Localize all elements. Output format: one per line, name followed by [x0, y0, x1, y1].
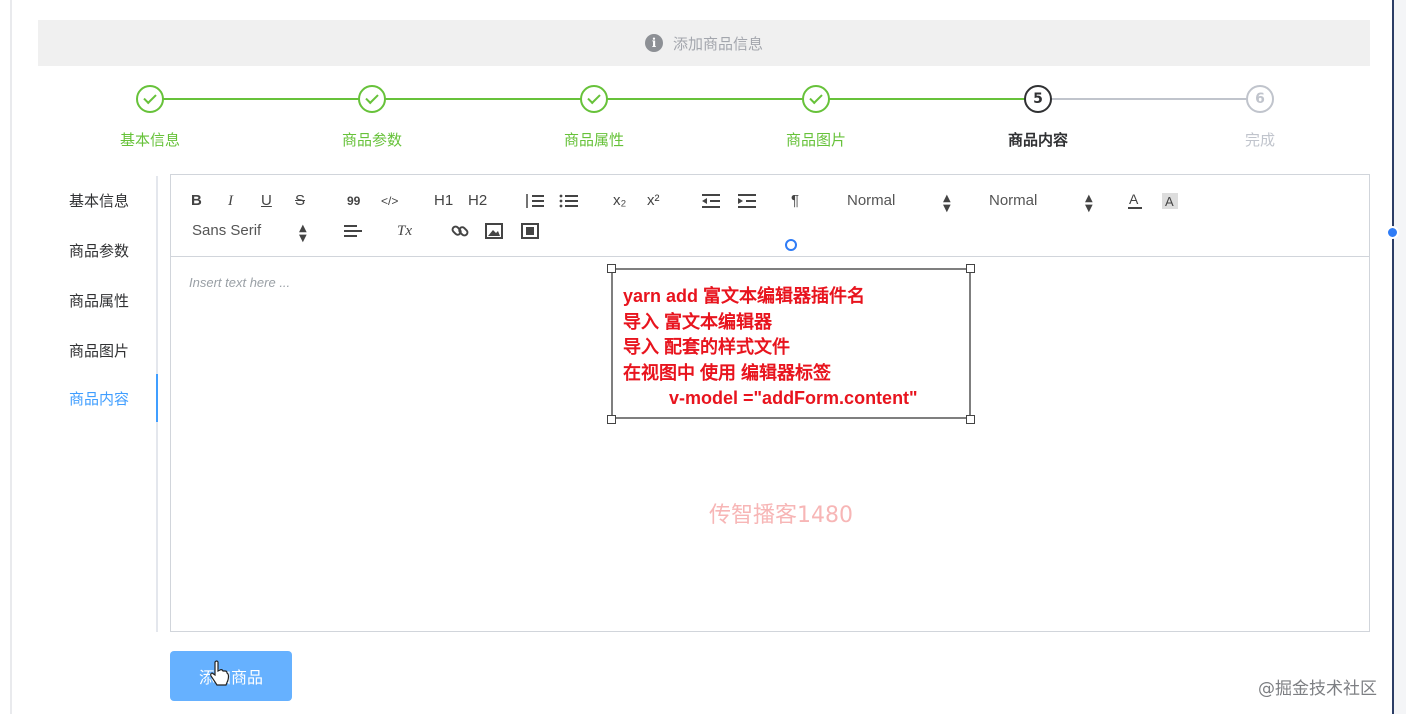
note-line-4: 在视图中 使用 编辑器标签: [623, 361, 959, 387]
align-icon[interactable]: [343, 223, 363, 239]
site-watermark: @掘金技术社区: [1258, 674, 1377, 699]
steps: 5 6 基本信息 商品参数 商品属性 商品图片 商品内容 完成: [38, 80, 1370, 160]
note-line-2: 导入 富文本编辑器: [623, 310, 959, 336]
info-alert: i 添加商品信息: [38, 20, 1370, 66]
header-2-button[interactable]: H2: [468, 190, 487, 212]
step-4-title: 商品图片: [746, 129, 886, 150]
annotation-box[interactable]: yarn add 富文本编辑器插件名 导入 富文本编辑器 导入 配套的样式文件 …: [611, 268, 971, 419]
step-4-check-icon: [802, 85, 830, 113]
tab-content[interactable]: 商品内容: [40, 374, 158, 424]
resize-handle[interactable]: [607, 264, 616, 273]
step-line-pending: [1038, 98, 1260, 100]
tab-images[interactable]: 商品图片: [40, 326, 158, 376]
text-color-icon[interactable]: A: [1127, 191, 1143, 211]
superscript-button[interactable]: x²: [647, 190, 660, 212]
svg-text:A: A: [1165, 194, 1174, 209]
svg-text:A: A: [1129, 191, 1139, 207]
note-line-3: 导入 配套的样式文件: [623, 335, 959, 361]
add-product-button[interactable]: 添加商品: [170, 651, 292, 701]
header-select[interactable]: Normal: [989, 190, 1037, 212]
subscript-button[interactable]: x₂: [613, 190, 626, 212]
video-icon[interactable]: [521, 223, 539, 239]
step-3-check-icon: [580, 85, 608, 113]
scrollbar[interactable]: [1392, 0, 1406, 714]
underline-button[interactable]: U: [261, 190, 272, 212]
resize-handle[interactable]: [1386, 226, 1399, 239]
chevron-updown-icon: ▲▼: [1085, 194, 1093, 214]
left-edge: [10, 0, 12, 714]
bold-button[interactable]: B: [191, 190, 202, 212]
step-1-check-icon: [136, 85, 164, 113]
step-5-title: 商品内容: [968, 129, 1108, 150]
resize-handle[interactable]: [966, 415, 975, 424]
resize-handle[interactable]: [607, 415, 616, 424]
background-color-icon[interactable]: A: [1161, 191, 1179, 211]
strike-button[interactable]: S: [295, 190, 305, 212]
chevron-updown-icon: ▲▼: [299, 224, 307, 244]
page: i 添加商品信息 5 6 基本信息 商品参数 商品属性 商品图片 商品内容 完成…: [0, 0, 1406, 714]
tab-attributes[interactable]: 商品属性: [40, 276, 158, 326]
step-2-check-icon: [358, 85, 386, 113]
resize-handle[interactable]: [966, 264, 975, 273]
ordered-list-icon[interactable]: [525, 193, 545, 209]
size-select[interactable]: Normal: [847, 190, 895, 212]
tab-active-indicator: [156, 374, 158, 422]
image-icon[interactable]: [485, 223, 503, 239]
font-select[interactable]: Sans Serif: [192, 220, 261, 242]
top-strip: [0, 0, 1406, 18]
link-icon[interactable]: [451, 222, 469, 240]
note-line-5: v-model ="addForm.content": [623, 386, 959, 412]
tab-params[interactable]: 商品参数: [40, 226, 158, 276]
indent-icon[interactable]: [737, 193, 757, 209]
alert-title: 添加商品信息: [673, 33, 763, 54]
clear-format-button[interactable]: Tx: [397, 220, 412, 242]
code-block-button[interactable]: </>: [381, 190, 398, 212]
step-5-number: 5: [1024, 85, 1052, 113]
tab-basic-info[interactable]: 基本信息: [40, 176, 158, 226]
outdent-icon[interactable]: [701, 193, 721, 209]
hand-cursor-icon: [208, 660, 230, 686]
editor-toolbar: B I U S 99 </> H1 H2 x₂ x²: [171, 175, 1369, 257]
note-line-1: yarn add 富文本编辑器插件名: [623, 284, 959, 310]
vertical-tabs: 基本信息 商品参数 商品属性 商品图片 商品内容: [40, 176, 158, 632]
watermark: 传智播客1480: [709, 497, 853, 529]
blockquote-button[interactable]: 99: [347, 190, 360, 212]
header-1-button[interactable]: H1: [434, 190, 453, 212]
editor-placeholder: Insert text here ...: [189, 275, 290, 290]
step-1-title: 基本信息: [80, 129, 220, 150]
bullet-list-icon[interactable]: [559, 193, 579, 209]
text-direction-button[interactable]: ¶: [791, 190, 799, 212]
step-2-title: 商品参数: [302, 129, 442, 150]
chevron-updown-icon: ▲▼: [943, 194, 951, 214]
italic-button[interactable]: I: [228, 190, 233, 212]
step-6-number: 6: [1246, 85, 1274, 113]
step-3-title: 商品属性: [524, 129, 664, 150]
small-circle-icon: [785, 239, 797, 251]
step-6-title: 完成: [1190, 129, 1330, 150]
info-icon: i: [645, 34, 663, 52]
